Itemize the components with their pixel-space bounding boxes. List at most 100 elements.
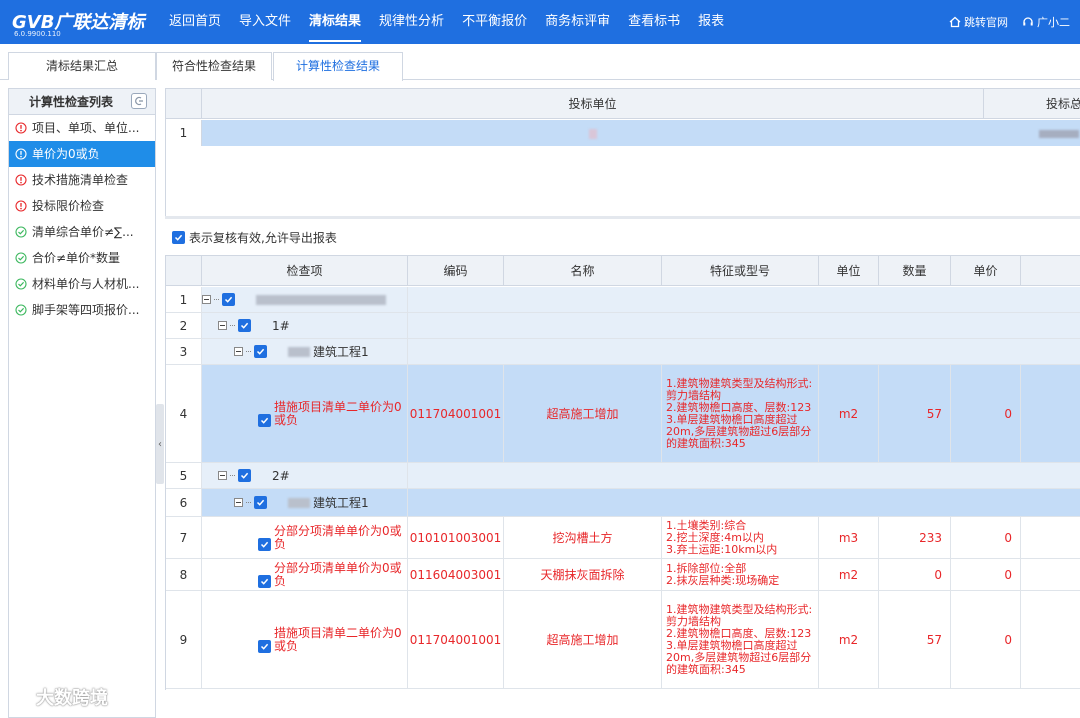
check-item-label: 措施项目清单二单价为0或负 <box>274 399 402 427</box>
name-cell: 天棚抹灰面拆除 <box>504 559 662 590</box>
unit-price-cell <box>951 463 1021 488</box>
check-item-cell <box>202 287 408 312</box>
feature-cell: 1.建筑物建筑类型及结构形式:剪力墙结构 2.建筑物檐口高度、层数:123 3.… <box>662 591 819 688</box>
code-cell: 011704001001 <box>408 591 504 688</box>
row-number: 8 <box>166 559 202 590</box>
nav-home[interactable]: 返回首页 <box>160 0 230 44</box>
table-row[interactable]: 8 分部分项清单单价为0或负 011604003001 天棚抹灰面拆除 1.拆除部位:全… <box>166 559 1080 591</box>
checkbox-checked-icon[interactable] <box>258 413 271 427</box>
nav-view-bid[interactable]: 查看标书 <box>619 0 689 44</box>
header-bid-total[interactable]: 投标总 <box>984 89 1080 119</box>
code-cell <box>408 489 504 516</box>
checkbox-checked-icon[interactable] <box>254 496 267 509</box>
checkbox-checked-icon[interactable] <box>238 469 251 482</box>
table-row[interactable]: 1 <box>166 287 1080 313</box>
collapse-tree-icon[interactable] <box>202 295 211 304</box>
nav-reports[interactable]: 报表 <box>689 0 733 44</box>
version-label: 6.0.9900.110 <box>14 30 61 38</box>
assistant-link[interactable]: 广小二 <box>1022 14 1070 30</box>
warning-circle-icon <box>15 174 27 186</box>
header-unit-price[interactable]: 单价 <box>951 256 1021 286</box>
check-list-item[interactable]: 技术措施清单检查 <box>9 167 155 193</box>
checkbox-checked-icon[interactable] <box>254 345 267 358</box>
table-row[interactable]: 4 措施项目清单二单价为0或负 011704001001 超高施工增加 1.建筑物建筑类… <box>166 365 1080 463</box>
unit-price-cell-text: 0 <box>1004 530 1012 545</box>
feature-cell: 1.土壤类别:综合 2.挖土深度:4m以内 3.弃土运距:10km以内 <box>662 517 819 558</box>
confirm-review-checkbox[interactable]: 表示复核有效,允许导出报表 <box>172 228 337 246</box>
results-grid-header: 检查项 编码 名称 特征或型号 单位 数量 单价 <box>166 256 1080 286</box>
horizontal-splitter[interactable] <box>165 216 1080 219</box>
collapse-tree-icon[interactable] <box>218 471 227 480</box>
header-name[interactable]: 名称 <box>504 256 662 286</box>
collapse-tree-icon[interactable] <box>218 321 227 330</box>
result-tabs: 清标结果汇总 符合性检查结果 计算性检查结果 <box>0 44 1080 81</box>
bidder-row[interactable]: 1 <box>166 120 1080 146</box>
check-list-item[interactable]: 项目、单项、单位... <box>9 115 155 141</box>
header-check-item[interactable]: 检查项 <box>202 256 408 286</box>
checkbox-checked-icon[interactable] <box>258 537 271 551</box>
check-list-item-label: 合价≠单价*数量 <box>32 251 121 265</box>
tab-summary[interactable]: 清标结果汇总 <box>8 52 156 80</box>
warning-circle-icon <box>15 148 27 160</box>
nav-pattern-analysis[interactable]: 规律性分析 <box>370 0 453 44</box>
nav-unbalanced-quote[interactable]: 不平衡报价 <box>453 0 536 44</box>
unit-price-cell: 0 <box>951 559 1021 590</box>
checkbox-checked-icon[interactable] <box>258 574 271 588</box>
unit-price-cell-text: 0 <box>1004 632 1012 647</box>
header-unit[interactable]: 单位 <box>819 256 879 286</box>
website-link[interactable]: 跳转官网 <box>949 14 1008 30</box>
table-row[interactable]: 2 1# <box>166 313 1080 339</box>
quantity-cell: 57 <box>879 365 951 462</box>
nav-clearing-results[interactable]: 清标结果 <box>300 0 370 44</box>
table-row[interactable]: 5 2# <box>166 463 1080 489</box>
check-list-item[interactable]: 单价为0或负 <box>9 141 155 167</box>
nav-import[interactable]: 导入文件 <box>230 0 300 44</box>
check-list-item[interactable]: 脚手架等四项报价... <box>9 297 155 323</box>
collapse-tree-icon[interactable] <box>234 498 243 507</box>
table-row[interactable]: 6 建筑工程1 <box>166 489 1080 517</box>
collapse-icon <box>135 96 143 106</box>
check-list-item[interactable]: 材料单价与人材机... <box>9 271 155 297</box>
checkbox-checked-icon[interactable] <box>258 639 271 653</box>
header-quantity[interactable]: 数量 <box>879 256 951 286</box>
table-row[interactable]: 3 建筑工程1 <box>166 339 1080 365</box>
check-list-item[interactable]: 清单综合单价≠∑... <box>9 219 155 245</box>
assistant-link-label: 广小二 <box>1037 16 1070 29</box>
collapse-tree-icon[interactable] <box>234 347 243 356</box>
unit-price-cell: 0 <box>951 365 1021 462</box>
unit-cell <box>819 313 879 338</box>
feature-cell-text: 1.建筑物建筑类型及结构形式:剪力墙结构 2.建筑物檐口高度、层数:123 3.… <box>666 602 813 676</box>
check-list-item-label: 材料单价与人材机... <box>32 277 140 291</box>
panel-splitter[interactable]: ‹ <box>156 404 164 484</box>
table-row[interactable]: 7 分部分项清单单价为0或负 010101003001 挖沟槽土方 1.土壤类别:综合 … <box>166 517 1080 559</box>
table-row[interactable]: 9 措施项目清单二单价为0或负 011704001001 超高施工增加 1.建筑物建筑类… <box>166 591 1080 689</box>
check-item-label: 建筑工程1 <box>313 496 369 510</box>
tab-calculation[interactable]: 计算性检查结果 <box>273 52 403 81</box>
redacted-text <box>589 128 597 139</box>
tab-compliance[interactable]: 符合性检查结果 <box>156 52 272 80</box>
header-feature[interactable]: 特征或型号 <box>662 256 819 286</box>
unit-cell-text: m2 <box>838 567 859 582</box>
collapse-panel-button[interactable] <box>131 93 147 109</box>
row-number: 6 <box>166 489 202 516</box>
unit-price-cell <box>951 313 1021 338</box>
tree-connector <box>214 299 219 300</box>
unit-cell-text: m3 <box>838 530 859 545</box>
watermark: 大数跨境 <box>10 684 108 710</box>
row-number: 9 <box>166 591 202 688</box>
checkbox-checked-icon[interactable] <box>222 293 235 306</box>
redacted-text <box>1039 129 1079 138</box>
name-cell-text: 超高施工增加 <box>546 633 619 647</box>
quantity-cell-text: 0 <box>934 567 942 582</box>
unit-cell <box>819 463 879 488</box>
check-list-title: 计算性检查列表 <box>29 95 114 109</box>
check-list-item[interactable]: 合价≠单价*数量 <box>9 245 155 271</box>
header-bidder[interactable]: 投标单位 <box>202 89 984 119</box>
nav-business-review[interactable]: 商务标评审 <box>536 0 619 44</box>
check-list-item-label: 单价为0或负 <box>32 147 100 161</box>
name-cell <box>504 313 662 338</box>
unit-price-cell <box>951 339 1021 364</box>
check-list-item[interactable]: 投标限价检查 <box>9 193 155 219</box>
checkbox-checked-icon[interactable] <box>238 319 251 332</box>
header-code[interactable]: 编码 <box>408 256 504 286</box>
